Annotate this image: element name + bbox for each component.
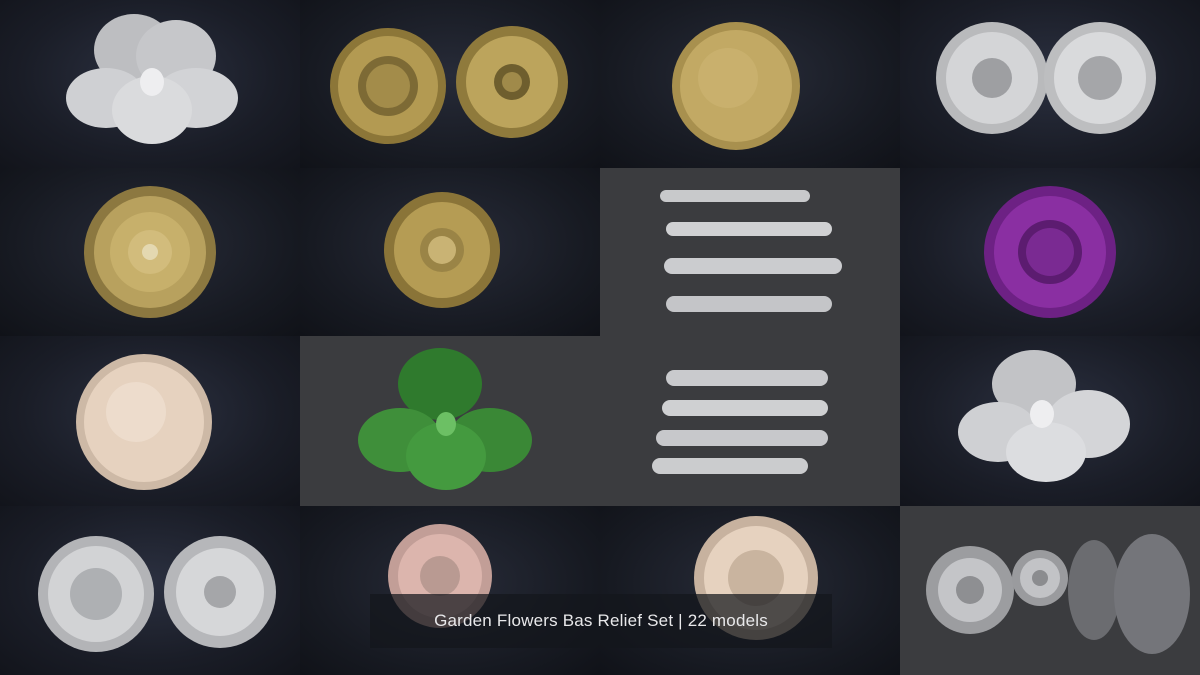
tile-cream-seed-dome <box>0 336 300 506</box>
side-profile-stack-icon <box>652 370 828 474</box>
sunflower-icon <box>384 192 500 308</box>
tile-gold-sunflower-pair <box>300 0 600 168</box>
tile-pink-sunflower <box>300 506 600 675</box>
tile-white-pansy-large <box>900 336 1200 506</box>
daisy-pair-icon <box>936 22 1156 134</box>
caption-bar: Garden Flowers Bas Relief Set | 22 model… <box>370 594 832 648</box>
tile-gold-seed-dome <box>600 0 900 168</box>
seed-dome-icon <box>672 22 800 150</box>
tile-side-profiles-top <box>600 168 900 336</box>
tile-purple-sunflower <box>900 168 1200 336</box>
gallery-collage: Garden Flowers Bas Relief Set | 22 model… <box>0 0 1200 675</box>
tile-cream-sunflower <box>600 506 900 675</box>
tile-gold-sunflower <box>300 168 600 336</box>
sunflower-icon <box>388 524 492 628</box>
dahlia-flower-icon <box>84 186 216 318</box>
sunflower-pair-icon <box>38 536 276 652</box>
sunflower-pair-icon <box>330 26 568 144</box>
tile-white-pansy <box>0 0 300 168</box>
pansy-flower-icon <box>66 14 238 144</box>
sunflower-icon <box>984 186 1116 318</box>
depth-map-set-icon <box>926 534 1190 654</box>
tile-white-daisy-pair <box>900 0 1200 168</box>
tile-gold-dahlia <box>0 168 300 336</box>
tile-daisy-depth-maps <box>900 506 1200 675</box>
pansy-flower-icon <box>358 348 532 490</box>
tile-green-pansy <box>300 336 600 506</box>
tile-side-profiles-bottom <box>600 336 900 506</box>
seed-dome-icon <box>76 354 212 490</box>
caption-text: Garden Flowers Bas Relief Set | 22 model… <box>434 611 768 630</box>
pansy-flower-icon <box>958 350 1130 482</box>
tile-white-sunflower-pair <box>0 506 300 675</box>
side-profile-stack-icon <box>660 190 842 312</box>
sunflower-icon <box>694 516 818 640</box>
